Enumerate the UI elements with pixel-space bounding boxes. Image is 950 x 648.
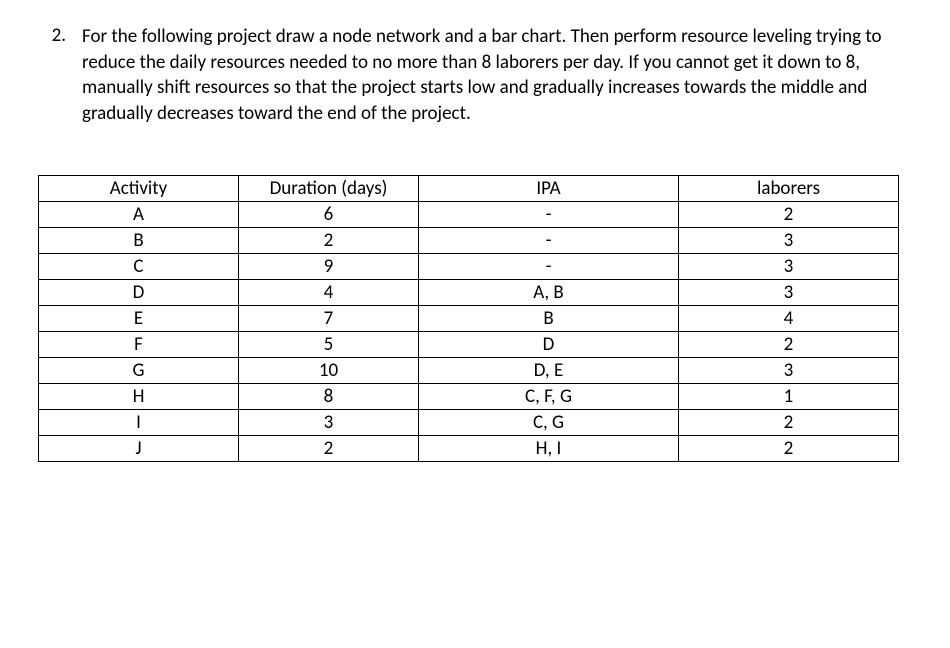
cell-duration: 8 bbox=[239, 383, 419, 409]
cell-duration: 3 bbox=[239, 409, 419, 435]
cell-laborers: 2 bbox=[679, 409, 899, 435]
cell-activity: E bbox=[39, 305, 239, 331]
cell-ipa: H, I bbox=[419, 435, 679, 461]
cell-laborers: 3 bbox=[679, 279, 899, 305]
table-row: H 8 C, F, G 1 bbox=[39, 383, 899, 409]
table-row: B 2 - 3 bbox=[39, 227, 899, 253]
table-row: G 10 D, E 3 bbox=[39, 357, 899, 383]
cell-ipa: C, F, G bbox=[419, 383, 679, 409]
cell-ipa: - bbox=[419, 253, 679, 279]
question-number: 2. bbox=[38, 24, 82, 47]
col-header-laborers: laborers bbox=[679, 175, 899, 201]
cell-laborers: 1 bbox=[679, 383, 899, 409]
cell-activity: B bbox=[39, 227, 239, 253]
cell-duration: 2 bbox=[239, 227, 419, 253]
question-text: For the following project draw a node ne… bbox=[82, 24, 912, 127]
cell-activity: G bbox=[39, 357, 239, 383]
cell-laborers: 3 bbox=[679, 357, 899, 383]
cell-activity: J bbox=[39, 435, 239, 461]
cell-activity: I bbox=[39, 409, 239, 435]
table-row: C 9 - 3 bbox=[39, 253, 899, 279]
cell-ipa: - bbox=[419, 201, 679, 227]
table-row: F 5 D 2 bbox=[39, 331, 899, 357]
table-row: I 3 C, G 2 bbox=[39, 409, 899, 435]
question-block: 2. For the following project draw a node… bbox=[38, 24, 912, 127]
cell-duration: 4 bbox=[239, 279, 419, 305]
cell-duration: 2 bbox=[239, 435, 419, 461]
col-header-ipa: IPA bbox=[419, 175, 679, 201]
table-row: D 4 A, B 3 bbox=[39, 279, 899, 305]
cell-ipa: C, G bbox=[419, 409, 679, 435]
table-row: A 6 - 2 bbox=[39, 201, 899, 227]
col-header-duration: Duration (days) bbox=[239, 175, 419, 201]
cell-ipa: - bbox=[419, 227, 679, 253]
cell-laborers: 3 bbox=[679, 253, 899, 279]
cell-activity: D bbox=[39, 279, 239, 305]
cell-laborers: 3 bbox=[679, 227, 899, 253]
cell-ipa: B bbox=[419, 305, 679, 331]
cell-laborers: 4 bbox=[679, 305, 899, 331]
col-header-activity: Activity bbox=[39, 175, 239, 201]
cell-ipa: A, B bbox=[419, 279, 679, 305]
cell-laborers: 2 bbox=[679, 331, 899, 357]
cell-activity: C bbox=[39, 253, 239, 279]
cell-ipa: D, E bbox=[419, 357, 679, 383]
cell-duration: 10 bbox=[239, 357, 419, 383]
cell-duration: 5 bbox=[239, 331, 419, 357]
cell-duration: 9 bbox=[239, 253, 419, 279]
cell-laborers: 2 bbox=[679, 201, 899, 227]
activity-table: Activity Duration (days) IPA laborers A … bbox=[38, 175, 899, 462]
table-row: J 2 H, I 2 bbox=[39, 435, 899, 461]
table-row: E 7 B 4 bbox=[39, 305, 899, 331]
table-header-row: Activity Duration (days) IPA laborers bbox=[39, 175, 899, 201]
cell-activity: F bbox=[39, 331, 239, 357]
cell-laborers: 2 bbox=[679, 435, 899, 461]
cell-activity: A bbox=[39, 201, 239, 227]
cell-ipa: D bbox=[419, 331, 679, 357]
cell-duration: 7 bbox=[239, 305, 419, 331]
cell-duration: 6 bbox=[239, 201, 419, 227]
cell-activity: H bbox=[39, 383, 239, 409]
